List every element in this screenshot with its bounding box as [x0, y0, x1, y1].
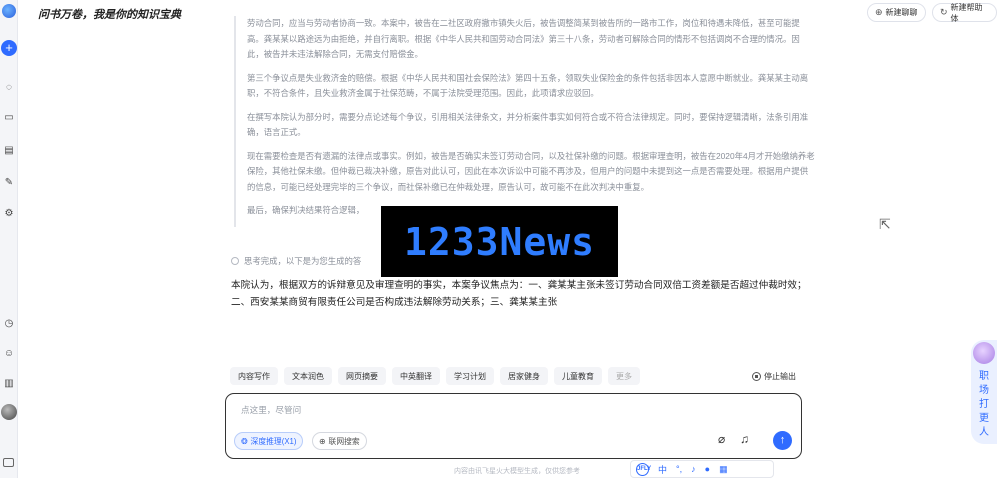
- ime-language[interactable]: 中: [658, 463, 667, 476]
- chip-content-writing[interactable]: 内容写作: [230, 367, 278, 385]
- smile-icon[interactable]: ☺: [3, 348, 15, 360]
- stop-icon: [752, 372, 761, 381]
- chip-home-fitness[interactable]: 居家健身: [500, 367, 548, 385]
- new-helper-label: 新建帮助体: [950, 2, 983, 23]
- watermark: 1233News: [381, 206, 618, 277]
- deep-reasoning-label: 深度推理(X1): [250, 436, 297, 446]
- globe-icon: ⊕: [319, 436, 326, 446]
- collapse-sidebar-icon[interactable]: [3, 458, 14, 467]
- web-search-toggle[interactable]: ⊕ 联网搜索: [312, 432, 367, 450]
- watermark-text: 1233News: [403, 219, 596, 264]
- suggestion-chips: 内容写作 文本润色 网页摘要 中英翻译 学习计划 居家健身 儿童教育 更多: [230, 367, 640, 387]
- chat-bubble-icon[interactable]: ◌: [3, 82, 15, 94]
- app-title: 问书万卷，我是你的知识宝典: [38, 9, 181, 21]
- punctuation-icon[interactable]: °,: [676, 464, 682, 474]
- thinking-done-label: 思考完成，以下是为您生成的答: [244, 256, 362, 266]
- ime-logo[interactable]: JFLY: [636, 462, 651, 476]
- chip-text-polish[interactable]: 文本润色: [284, 367, 332, 385]
- reasoning-paragraph: 现在需要检查是否有遗漏的法律点或事实。例如，被告是否确实未签订劳动合同，以及社保…: [247, 150, 815, 192]
- history-icon[interactable]: ◷: [3, 318, 15, 330]
- microphone-icon[interactable]: ♫: [740, 432, 749, 446]
- floating-assistant[interactable]: 职场打更人: [971, 340, 997, 444]
- app-logo-icon[interactable]: [2, 4, 16, 18]
- thinking-status-icon: [231, 257, 239, 265]
- chip-translate[interactable]: 中英翻译: [392, 367, 440, 385]
- chat-input-box[interactable]: 点这里，尽管问 ❂ 深度推理(X1) ⊕ 联网搜索 ⌀ ♫ ↑: [225, 393, 802, 459]
- left-rail: + ◌ ▭ ▤ ✎ ⚙ ◷ ☺ ▥: [0, 0, 18, 478]
- deep-reasoning-toggle[interactable]: ❂ 深度推理(X1): [234, 432, 304, 450]
- mascot-icon: [973, 342, 995, 364]
- web-search-label: 联网搜索: [328, 436, 360, 446]
- attachment-icon[interactable]: ⌀: [718, 432, 725, 446]
- main-panel: 问书万卷，我是你的知识宝典 ⊕ 新建聊聊 ↻ 新建帮助体 劳动合同，应当与劳动者…: [18, 0, 997, 478]
- deep-reasoning-icon: ❂: [241, 436, 248, 446]
- notes-icon[interactable]: ▥: [3, 378, 15, 390]
- edit-icon[interactable]: ✎: [3, 177, 15, 189]
- floating-assistant-label: 职场打更人: [979, 371, 989, 438]
- monitor-icon[interactable]: ▭: [3, 112, 15, 124]
- chip-more[interactable]: 更多: [608, 367, 640, 385]
- refresh-icon: ↻: [940, 7, 948, 17]
- new-chat-label: 新建聊聊: [885, 8, 918, 17]
- reasoning-block: 劳动合同，应当与劳动者协商一致。本案中，被告在二社区政府撤市镇失火后，被告调整简…: [234, 16, 816, 227]
- mouse-cursor-icon: ⇱: [879, 216, 891, 232]
- reasoning-paragraph: 劳动合同，应当与劳动者协商一致。本案中，被告在二社区政府撤市镇失火后，被告调整简…: [247, 18, 800, 59]
- stop-output-button[interactable]: 停止输出: [752, 371, 796, 382]
- new-chat-button[interactable]: ⊕ 新建聊聊: [867, 3, 926, 22]
- voice-icon[interactable]: ♪: [691, 464, 696, 474]
- new-helper-button[interactable]: ↻ 新建帮助体: [932, 2, 997, 23]
- answer-text: 本院认为，根据双方的诉辩意见及审理查明的事实，本案争议焦点为：一、龚某某主张未签…: [231, 280, 807, 308]
- new-chat-icon: ⊕: [875, 7, 883, 17]
- stop-output-label: 停止输出: [764, 372, 796, 381]
- document-icon[interactable]: ▤: [3, 145, 15, 157]
- settings-icon[interactable]: ⚙: [3, 208, 15, 220]
- reasoning-paragraph: 在撰写本院认为部分时，需要分点论述每个争议，引用相关法律条文，并分析案件事实如何…: [247, 111, 809, 138]
- chip-child-education[interactable]: 儿童教育: [554, 367, 602, 385]
- new-chat-plus-icon[interactable]: +: [1, 40, 17, 56]
- user-icon[interactable]: ●: [705, 464, 710, 474]
- chip-web-summary[interactable]: 网页摘要: [338, 367, 386, 385]
- reasoning-paragraph: 第三个争议点是失业救济金的赔偿。根据《中华人民共和国社会保险法》第四十五条，领取…: [247, 72, 809, 99]
- disclaimer: 内容由讯飞星火大模型生成，仅供您参考: [454, 468, 580, 475]
- ime-toolbar: JFLY 中 °, ♪ ● ▦: [630, 460, 774, 478]
- app-window: + ◌ ▭ ▤ ✎ ⚙ ◷ ☺ ▥ 问书万卷，我是你的知识宝典 ⊕ 新建聊聊 ↻…: [0, 0, 997, 478]
- chat-input-placeholder[interactable]: 点这里，尽管问: [241, 404, 301, 416]
- send-button[interactable]: ↑: [773, 431, 792, 450]
- thinking-done[interactable]: 思考完成，以下是为您生成的答: [231, 255, 361, 267]
- chip-study-plan[interactable]: 学习计划: [446, 367, 494, 385]
- grid-icon[interactable]: ▦: [719, 464, 728, 475]
- avatar[interactable]: [1, 404, 17, 420]
